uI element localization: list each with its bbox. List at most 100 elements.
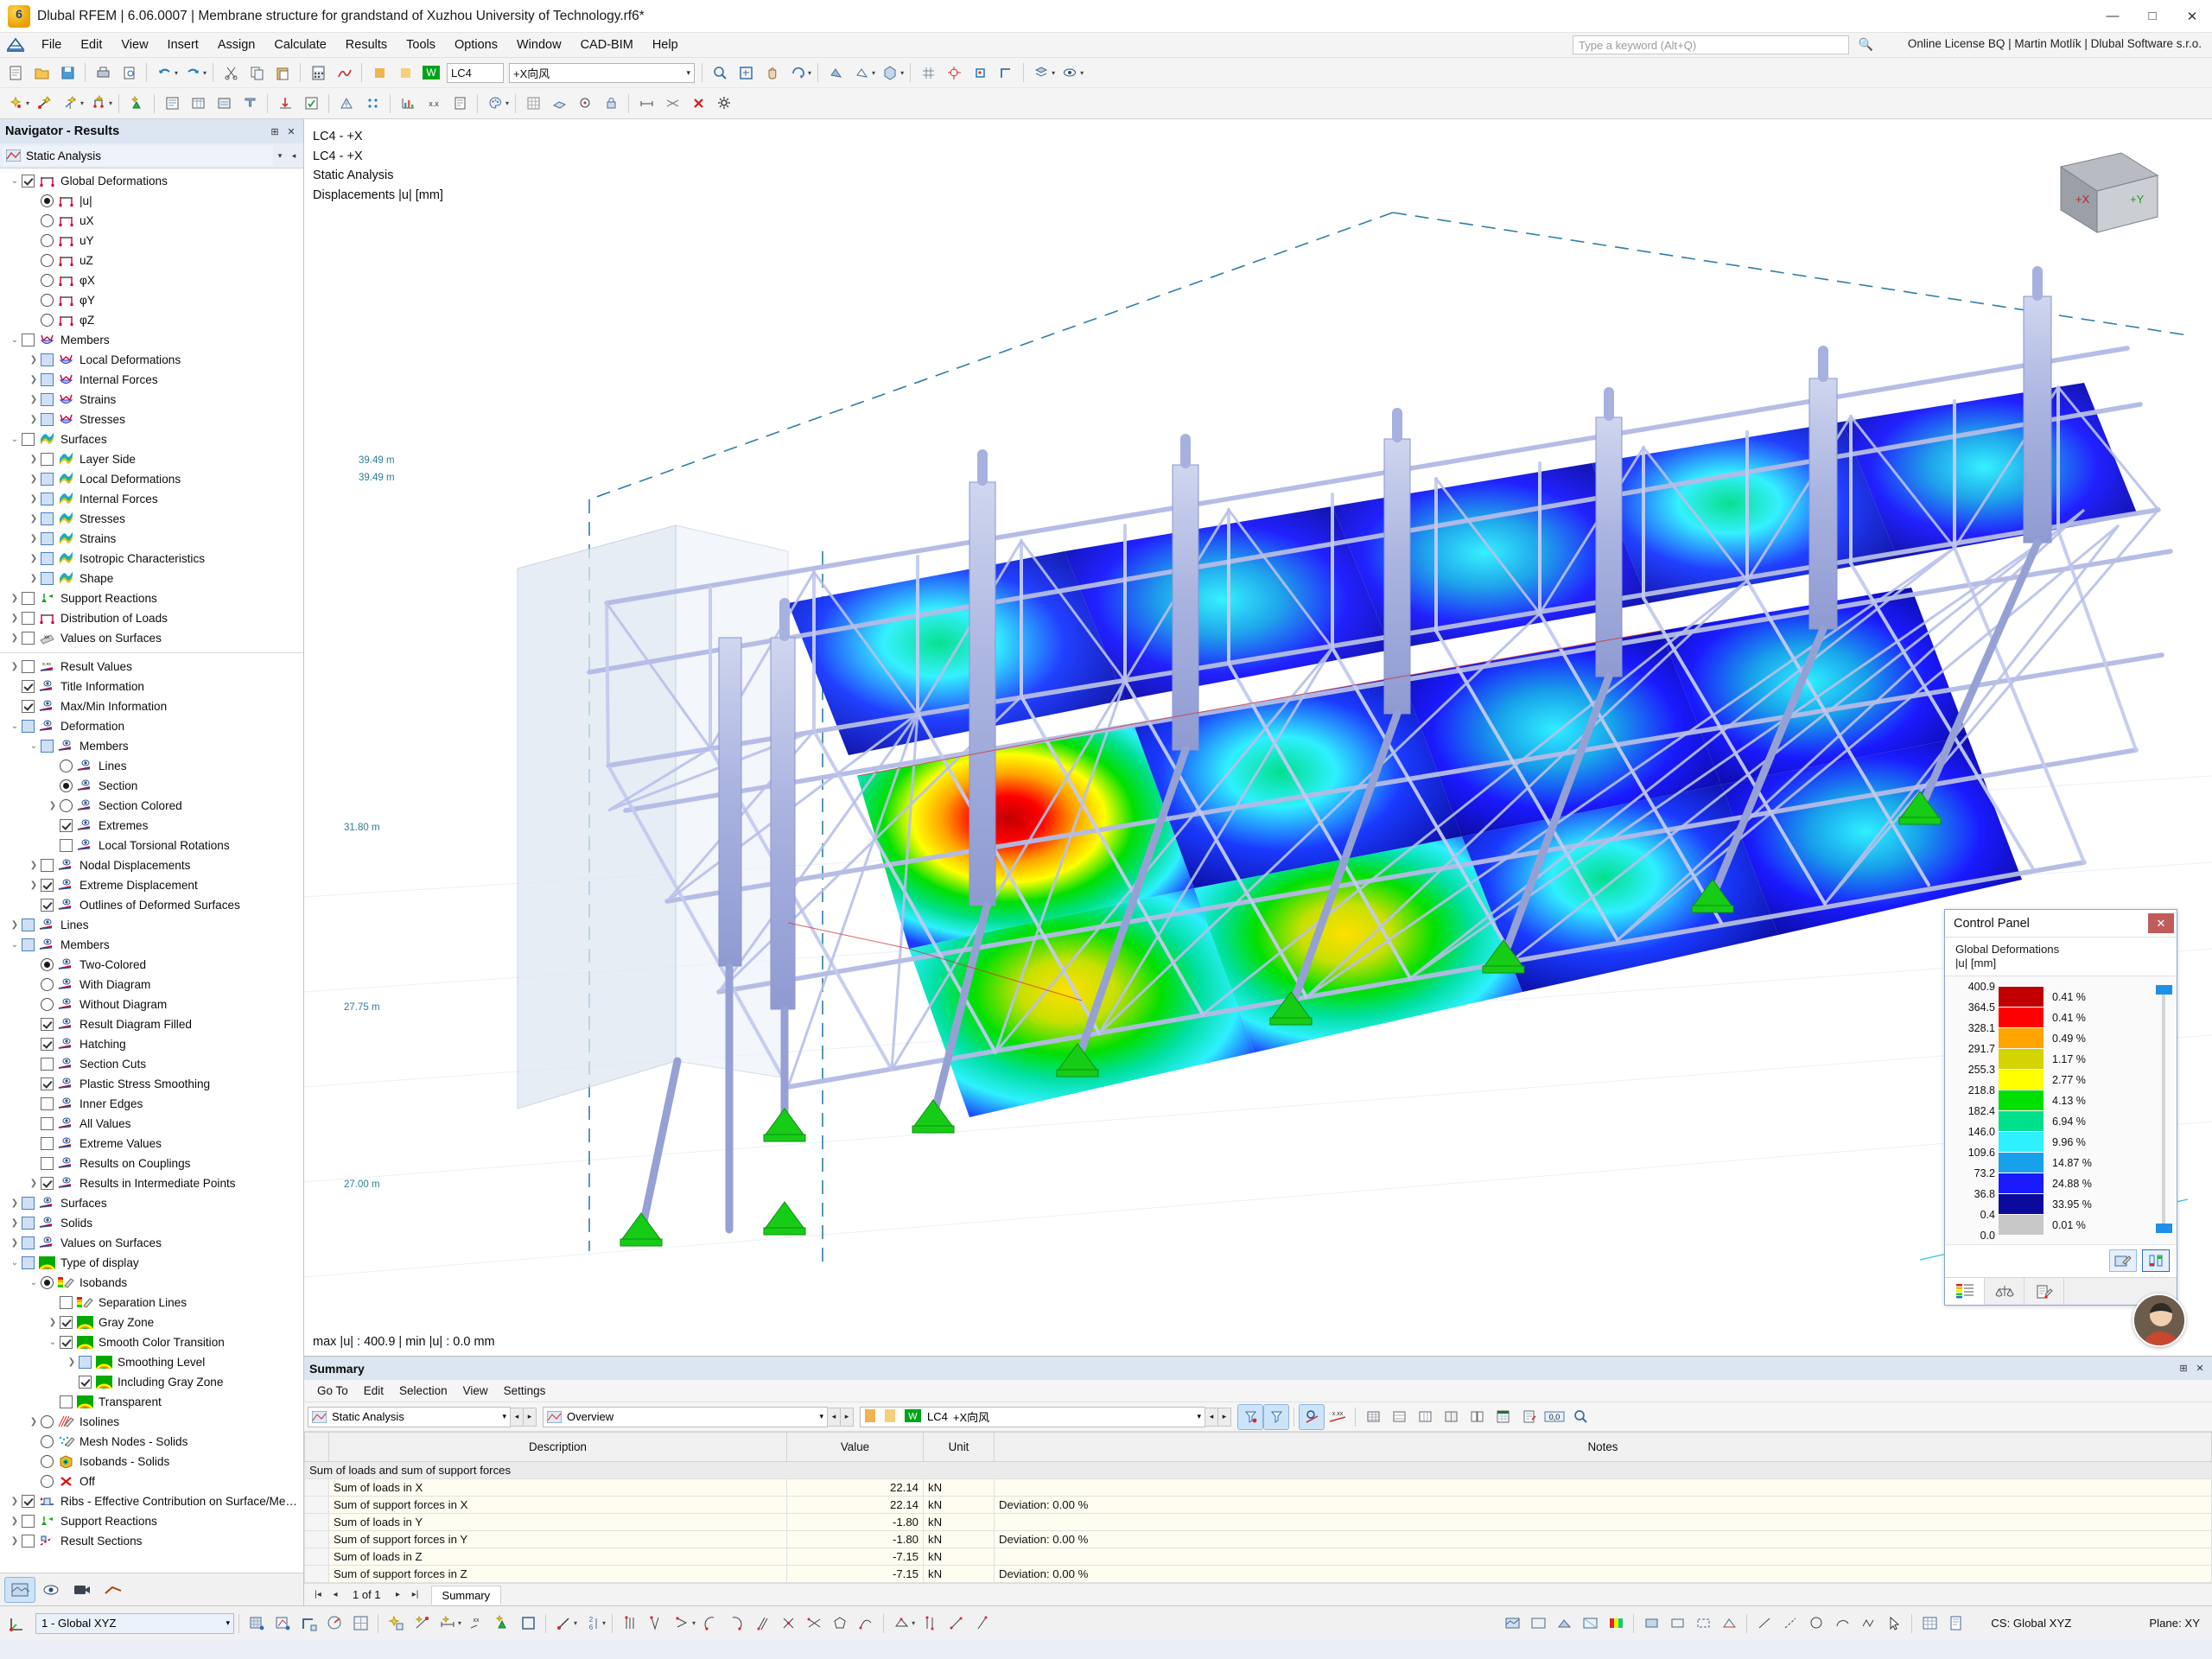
expand-arrow-icon[interactable]: ❯: [27, 373, 41, 387]
sb-numbering-icon[interactable]: 26: [580, 1611, 604, 1636]
tree-item-mesh-nodes-solids[interactable]: Mesh Nodes - Solids: [0, 1432, 303, 1452]
tree-item-distribution-of-loads[interactable]: ❯ Distribution of Loads: [0, 608, 303, 628]
table-split-icon[interactable]: [1465, 1405, 1489, 1429]
model-viewport[interactable]: LC4 - +X LC4 - +X Static Analysis Displa…: [304, 119, 2212, 1356]
tree-item-results-in-intermediate-points[interactable]: ❯ Results in Intermediate Points: [0, 1173, 303, 1193]
tree-checkbox[interactable]: [22, 334, 35, 346]
table-row[interactable]: Sum of loads in Z -7.15 kN: [304, 1548, 2212, 1566]
tree-checkbox[interactable]: [41, 552, 54, 565]
expand-arrow-icon[interactable]: ❯: [27, 393, 41, 407]
tree-checkbox[interactable]: [22, 175, 35, 188]
tree-radio[interactable]: [41, 314, 54, 327]
tree-checkbox[interactable]: [41, 393, 54, 406]
summary-close-icon[interactable]: ✕: [2193, 1362, 2207, 1376]
export-excel-icon[interactable]: [1491, 1405, 1515, 1429]
tree-checkbox[interactable]: [79, 1376, 92, 1389]
collapse-arrow-icon[interactable]: ⌄: [8, 175, 22, 188]
tree-radio[interactable]: [60, 779, 73, 792]
show-results-icon[interactable]: [1299, 1403, 1325, 1430]
sb-spline-icon[interactable]: [854, 1611, 878, 1636]
color-palette-icon[interactable]: [483, 92, 507, 116]
tree-item-deformation[interactable]: ⌄ Deformation: [0, 716, 303, 736]
collapse-arrow-icon[interactable]: ⌄: [8, 334, 22, 347]
arc-style-icon[interactable]: [1830, 1611, 1854, 1636]
tree-item-lines[interactable]: Lines: [0, 756, 303, 776]
settings-icon[interactable]: [712, 92, 736, 116]
tree-item-smooth-color-transition[interactable]: ⌄ Smooth Color Transition: [0, 1332, 303, 1352]
sb-polar-icon[interactable]: [322, 1611, 346, 1636]
expand-arrow-icon[interactable]: ❯: [8, 1495, 22, 1509]
scale-settings-button[interactable]: [2142, 1249, 2170, 1272]
summary-menu-selection[interactable]: Selection: [391, 1382, 455, 1399]
menu-assign[interactable]: Assign: [208, 35, 265, 54]
visibility-icon[interactable]: [1058, 60, 1082, 85]
sb-surface-icon[interactable]: [889, 1611, 913, 1636]
render-outline-icon[interactable]: [1665, 1611, 1689, 1636]
summary-analysis-combo[interactable]: Static Analysis ▾: [308, 1406, 511, 1427]
summary-pin-icon[interactable]: ⊞: [2177, 1362, 2190, 1376]
tree-item-smoothing-level[interactable]: ❯ Smoothing Level: [0, 1352, 303, 1372]
tree-item-section-cuts[interactable]: Section Cuts: [0, 1054, 303, 1074]
tree-item-values-on-surfaces[interactable]: ❯ xx Values on Surfaces: [0, 628, 303, 648]
tree-item-local-deformations[interactable]: ❯ Local Deformations: [0, 469, 303, 489]
tree-item-lines[interactable]: ❯ Lines: [0, 915, 303, 935]
edit-colors-button[interactable]: [2109, 1249, 2137, 1272]
tree-checkbox[interactable]: [22, 918, 35, 931]
tree-item-surfaces[interactable]: ⌄ Surfaces: [0, 429, 303, 449]
tree-radio[interactable]: [60, 760, 73, 772]
tree-item-results-on-couplings[interactable]: Results on Couplings: [0, 1154, 303, 1173]
menu-help[interactable]: Help: [643, 35, 688, 54]
sb-support-icon[interactable]: [490, 1611, 514, 1636]
tree-item-result-sections[interactable]: ❯ Result Sections: [0, 1531, 303, 1551]
visibility-button[interactable]: [36, 1578, 66, 1602]
tree-item-without-diagram[interactable]: Without Diagram: [0, 995, 303, 1014]
coordinate-system-icon[interactable]: [5, 1611, 29, 1636]
redo-icon[interactable]: [181, 60, 205, 85]
load-case-name-combo[interactable]: +X向风 ▾: [509, 62, 696, 83]
menu-options[interactable]: Options: [445, 35, 507, 54]
tree-checkbox[interactable]: [22, 1515, 35, 1528]
sb-cartesian-icon[interactable]: [348, 1611, 372, 1636]
tree-item-extreme-displacement[interactable]: ❯ Extreme Displacement: [0, 875, 303, 895]
render-mode-button[interactable]: [4, 1576, 35, 1603]
tree-checkbox[interactable]: [41, 1137, 54, 1150]
minimize-button[interactable]: —: [2093, 0, 2133, 33]
tree-item-stresses[interactable]: ❯ Stresses: [0, 509, 303, 529]
expand-arrow-icon[interactable]: ❯: [27, 453, 41, 467]
expand-arrow-icon[interactable]: ❯: [27, 879, 41, 893]
table-cols-icon[interactable]: [1413, 1405, 1437, 1429]
load-case-color-1[interactable]: [367, 60, 391, 85]
view-mode-render-icon[interactable]: [1552, 1611, 1576, 1636]
sb-object-snap-icon[interactable]: [270, 1611, 295, 1636]
analysis-prev-button[interactable]: ◂: [287, 147, 301, 165]
tree-radio[interactable]: [41, 254, 54, 267]
tree-item-support-reactions[interactable]: ❯ Support Reactions: [0, 588, 303, 608]
filter-rows-icon[interactable]: [1237, 1403, 1263, 1430]
menu-file[interactable]: File: [32, 35, 71, 54]
expand-arrow-icon[interactable]: ❯: [46, 1316, 60, 1330]
decimals-icon[interactable]: 0,0: [1542, 1405, 1567, 1429]
cursor-icon[interactable]: [1882, 1611, 1906, 1636]
tree-item-strains[interactable]: ❯ Strains: [0, 390, 303, 410]
load-case-combo[interactable]: LC4: [447, 62, 505, 83]
line-style-1-icon[interactable]: [1752, 1611, 1777, 1636]
rotate-icon[interactable]: [785, 60, 810, 85]
sb-diagonal2-icon[interactable]: [969, 1611, 994, 1636]
table-row[interactable]: Sum of loads in Y -1.80 kN: [304, 1513, 2212, 1531]
scale-slider-track[interactable]: [2162, 992, 2165, 1227]
result-value-xx-icon[interactable]: x.xx: [1325, 1405, 1350, 1429]
summary-table[interactable]: Description Value Unit Notes Sum of loads a…: [304, 1432, 2212, 1583]
tree-item-members[interactable]: ⌄ Members: [0, 935, 303, 955]
sb-arc-icon[interactable]: [698, 1611, 722, 1636]
collapse-arrow-icon[interactable]: ⌄: [46, 1336, 60, 1350]
mesh-icon[interactable]: [334, 92, 359, 116]
tree-checkbox[interactable]: [22, 433, 35, 446]
tree-item-shape[interactable]: ❯ Shape: [0, 569, 303, 588]
tree-radio[interactable]: [41, 1435, 54, 1448]
tree-checkbox[interactable]: [41, 512, 54, 525]
tab-display-properties[interactable]: [2024, 1278, 2064, 1305]
snap-icon[interactable]: [942, 60, 966, 85]
color-band[interactable]: [1999, 1007, 2044, 1027]
view-mode-wire-icon[interactable]: [1526, 1611, 1550, 1636]
scale-slider-knob-bottom[interactable]: [2156, 1224, 2172, 1233]
